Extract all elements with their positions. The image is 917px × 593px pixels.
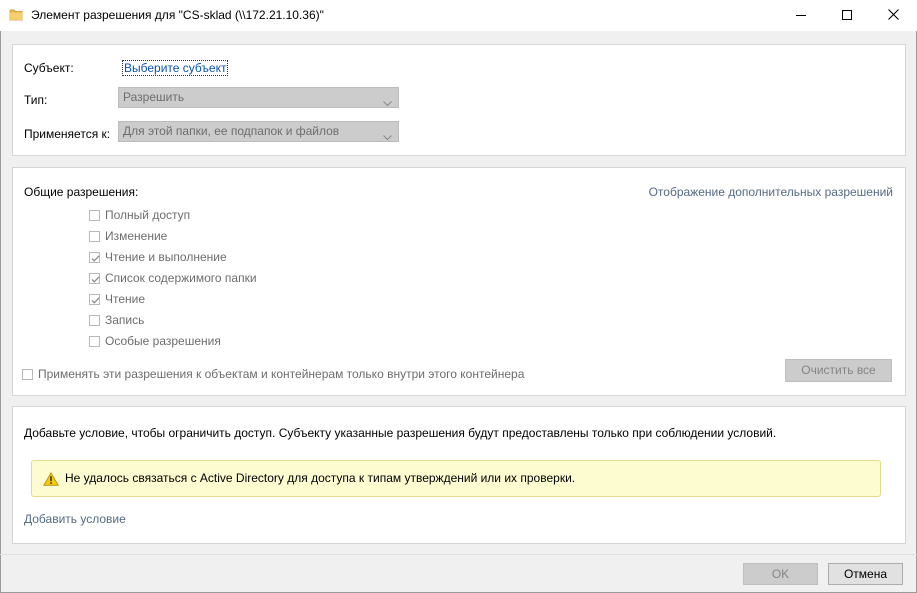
title-bar: Элемент разрешения для "CS-sklad (\\172.… [0,0,917,31]
apply-inside-container-label: Применять эти разрешения к объектам и ко… [38,367,525,381]
type-select-value: Разрешить [123,90,185,104]
warning-icon [43,472,59,489]
permission-label: Особые разрешения [105,334,221,348]
close-button[interactable] [870,0,916,31]
permission-label: Чтение [105,292,146,306]
clear-all-button[interactable]: Очистить все [785,359,892,382]
type-select[interactable]: Разрешить [118,87,399,108]
permission-label: Список содержимого папки [105,271,257,285]
ok-button[interactable]: OK [743,563,818,585]
show-advanced-permissions-link[interactable]: Отображение дополнительных разрешений [649,185,893,199]
permissions-heading: Общие разрешения: [24,185,139,199]
checkbox-box[interactable] [89,209,100,221]
permission-checkbox[interactable]: Чтение и выполнение [89,250,227,264]
select-subject-link[interactable]: Выберите субъект [122,60,229,76]
checkbox-box[interactable] [89,230,100,242]
permission-checkbox[interactable]: Запись [89,313,144,327]
permission-label: Изменение [105,229,168,243]
applies-to-label: Применяется к: [24,127,111,141]
maximize-button[interactable] [824,0,870,31]
add-condition-link[interactable]: Добавить условие [24,512,126,526]
applies-to-select-value: Для этой папки, ее подпапок и файлов [123,124,340,138]
permission-label: Полный доступ [105,208,191,222]
subject-label: Субъект: [24,61,74,75]
chevron-down-icon [383,94,392,113]
close-icon [887,8,899,23]
chevron-down-icon [383,128,392,147]
checkbox-box[interactable] [22,368,33,380]
permission-label: Чтение и выполнение [105,250,227,264]
checkbox-box[interactable] [89,293,100,305]
checkbox-box[interactable] [89,251,100,263]
permission-checkbox[interactable]: Особые разрешения [89,334,221,348]
warning-banner: Не удалось связаться с Active Directory … [31,460,881,497]
permission-checkbox[interactable]: Изменение [89,229,167,243]
condition-description: Добавьте условие, чтобы ограничить досту… [24,426,777,440]
cancel-button[interactable]: Отмена [828,563,903,585]
permission-checkbox[interactable]: Список содержимого папки [89,271,257,285]
checkbox-box[interactable] [89,314,100,326]
checkbox-box[interactable] [89,335,100,347]
warning-text: Не удалось связаться с Active Directory … [65,471,576,485]
checkmark-icon [91,296,100,304]
minimize-icon [796,9,806,23]
window-title: Элемент разрешения для "CS-sklad (\\172.… [31,8,324,22]
applies-to-select[interactable]: Для этой папки, ее подпапок и файлов [118,121,399,142]
minimize-button[interactable] [778,0,824,31]
apply-inside-container-checkbox[interactable]: Применять эти разрешения к объектам и ко… [22,367,524,381]
checkbox-box[interactable] [89,272,100,284]
footer-separator [0,554,917,555]
permission-label: Запись [105,313,145,327]
folder-icon [9,8,23,22]
checkmark-icon [91,275,100,283]
type-label: Тип: [24,93,48,107]
maximize-icon [842,9,852,23]
permission-checkbox[interactable]: Полный доступ [89,208,190,222]
permission-checkbox[interactable]: Чтение [89,292,145,306]
checkmark-icon [91,254,100,262]
